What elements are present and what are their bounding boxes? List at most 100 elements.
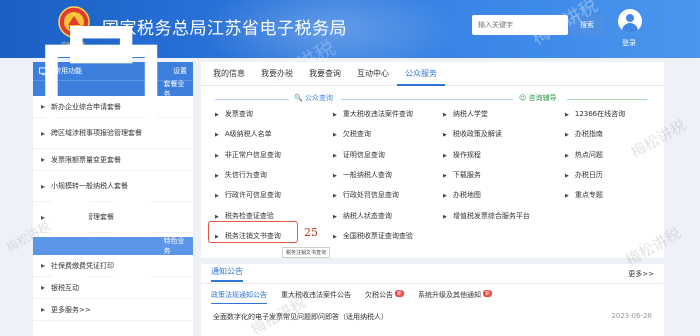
service-link[interactable]: ▶ 税务检查证查验 (215, 211, 333, 221)
notice-header: 通知公告 更多>> (201, 264, 664, 284)
service-link[interactable]: ▶ 全国税收票证查询查验 (333, 231, 443, 241)
service-link-label: A级纳税人名单 (224, 130, 272, 139)
sidebar-item-invoice-limit[interactable]: ▸ 发票限额票量变更套餐 (33, 149, 193, 171)
service-link-label: 纳税人状态查询 (342, 211, 392, 220)
settings-link[interactable]: 设置 (173, 66, 187, 76)
grid-row: ▶ 非正常户信息查询 ▶ 证明信息查询 ▶ 操作规程 ▶ 热点问题 (215, 145, 655, 165)
arrow-icon: ▶ (333, 193, 337, 200)
login-link[interactable]: 登录 (622, 38, 636, 48)
special-business-header[interactable]: 特色业务 (33, 196, 193, 296)
notice-row-date: 2023-06-28 (611, 312, 652, 320)
arrow-icon: ▶ (333, 112, 337, 119)
arrow-icon: ▶ (443, 213, 447, 220)
grid-row: ▶ A级纳税人名单 ▶ 欠税查询 ▶ 税收政策及解读 ▶ 办税指南 (215, 124, 655, 144)
notice-tab-tax-arrears[interactable]: 欠税公告新 (365, 290, 405, 304)
service-link-label: 纳税人学堂 (452, 110, 488, 119)
service-link[interactable]: ▶ 欠税查询 (333, 129, 443, 139)
notice-more-link[interactable]: 更多>> (628, 269, 654, 279)
service-link[interactable]: ▶ 重点专题 (565, 190, 655, 200)
arrow-icon: ▶ (565, 173, 569, 180)
service-link-label: 税收政策及解读 (452, 130, 502, 139)
service-link[interactable]: ▶ 一般纳税人查询 (333, 170, 443, 180)
service-link-label: 办税日历 (574, 171, 603, 180)
highlight-box (208, 221, 298, 243)
search-input[interactable] (472, 15, 568, 35)
tab-handle-tax[interactable]: 我要办税 (253, 62, 301, 86)
service-link[interactable]: ▶ 发票查询 (215, 109, 333, 119)
notice-tab-system-upgrade[interactable]: 系统升级及其他通知新 (418, 290, 493, 304)
service-link-label: 证明信息查询 (342, 150, 385, 159)
service-link-label: 行政许可信息查询 (224, 191, 281, 200)
tab-my-info[interactable]: 我的信息 (205, 62, 253, 86)
service-link[interactable]: ▶ 操作规程 (443, 150, 565, 160)
service-link-label: 增值税发票综合服务平台 (452, 211, 530, 220)
arrow-icon: ▶ (333, 132, 337, 139)
service-link[interactable]: ▶ 下载服务 (443, 170, 565, 180)
service-link[interactable]: ▶ 热点问题 (565, 150, 655, 160)
arrow-icon: ▶ (443, 193, 447, 200)
service-link-label: 12366在线咨询 (574, 110, 626, 119)
service-link-label: 全国税收票证查询查验 (342, 231, 413, 240)
arrow-icon: ▶ (333, 213, 337, 220)
tab-query[interactable]: 我要查询 (301, 62, 349, 86)
service-link-label: 非正常户信息查询 (224, 150, 281, 159)
arrow-icon: ▶ (333, 233, 337, 240)
service-link-label: 热点问题 (574, 150, 603, 159)
main-tabs: 我的信息 我要办税 我要查询 互动中心 公众服务 (201, 62, 664, 86)
service-link-label: 办税指南 (574, 130, 603, 139)
service-link[interactable]: ▶ 增值税发票综合服务平台 (443, 211, 565, 221)
service-link[interactable]: ▶ 办税日历 (565, 170, 655, 180)
service-link-label: 失信行为查询 (224, 171, 267, 180)
service-link[interactable]: ▶ 纳税人状态查询 (333, 211, 443, 221)
notice-panel: 通知公告 更多>> 政策法规通知公告 重大税收违法案件公告 欠税公告新 系统升级… (201, 264, 664, 336)
tab-interaction[interactable]: 互动中心 (349, 62, 397, 86)
sidebar-item-label: 社保费缴费凭证打印 (51, 261, 115, 270)
service-link[interactable]: ▶ 行政处罚信息查询 (333, 190, 443, 200)
arrow-icon: ▶ (443, 112, 447, 119)
service-link[interactable]: ▶ 行政许可信息查询 (215, 190, 333, 200)
tab-public-service[interactable]: 公众服务 (397, 62, 445, 86)
notice-title: 通知公告 (211, 266, 243, 282)
service-link-label: 办税地图 (452, 191, 481, 200)
arrow-icon: ▶ (333, 173, 337, 180)
service-link[interactable]: ▶ 证明信息查询 (333, 150, 443, 160)
service-link-label: 一般纳税人查询 (342, 171, 392, 180)
service-link[interactable]: ▶ A级纳税人名单 (215, 129, 333, 139)
user-avatar-icon[interactable] (618, 9, 642, 33)
service-link[interactable]: ▶ 办税地图 (443, 190, 565, 200)
service-link-label: 下载服务 (452, 171, 481, 180)
service-link[interactable]: ▶ 12366在线咨询 (565, 109, 655, 119)
service-link[interactable]: ▶ 失信行为查询 (215, 170, 333, 180)
service-link[interactable]: ▶ 非正常户信息查询 (215, 150, 333, 160)
notice-row[interactable]: 全面数字化的电子发票常见问题即问即答（适用纳税人） 2023-06-28 (201, 304, 664, 322)
sidebar-item-label: 跨区域涉税事项报验管理套餐 (51, 129, 143, 137)
service-link[interactable]: ▶ 税收政策及解读 (443, 129, 565, 139)
grid-row: ▶ 发票查询 ▶ 重大税收违法案件查询 ▶ 纳税人学堂 ▶ 12366在线咨询 (215, 104, 655, 124)
service-link[interactable]: ▶ 办税指南 (565, 129, 655, 139)
package-business-header[interactable]: 套餐业务 (33, 26, 193, 145)
grid-row: ▶ 行政许可信息查询 ▶ 行政处罚信息查询 ▶ 办税地图 ▶ 重点专题 (215, 185, 655, 205)
service-link-label: 税务检查证查验 (224, 211, 274, 220)
search-button[interactable]: 搜索 (570, 15, 604, 35)
service-link-label: 操作规程 (452, 150, 481, 159)
arrow-icon: ▶ (443, 173, 447, 180)
arrow-icon: ▶ (215, 193, 219, 200)
notice-tab-policy[interactable]: 政策法规通知公告 (211, 290, 267, 304)
service-link[interactable]: ▶ 纳税人学堂 (443, 109, 565, 119)
new-badge: 新 (483, 290, 493, 297)
annotation-number: 25 (304, 226, 318, 239)
divider (341, 99, 513, 100)
service-link[interactable]: ▶ 重大税收违法案件查询 (333, 109, 443, 119)
sidebar-item-label: 发票限额票量变更套餐 (51, 155, 122, 164)
arrow-icon: ▶ (565, 193, 569, 200)
service-link-label: 发票查询 (224, 110, 253, 119)
sidebar-item-label: 银税互动 (51, 283, 80, 292)
divider (567, 99, 647, 100)
service-link-label: 欠税查询 (342, 130, 371, 139)
special-business-label: 特色业务 (163, 237, 185, 255)
notice-tab-violations[interactable]: 重大税收违法案件公告 (281, 290, 351, 304)
notice-tabs: 政策法规通知公告 重大税收违法案件公告 欠税公告新 系统升级及其他通知新 (201, 284, 664, 304)
arrow-icon: ▶ (215, 152, 219, 159)
public-query-heading: 🔍 公众查询 (294, 94, 333, 102)
service-link-label: 重点专题 (574, 191, 603, 200)
